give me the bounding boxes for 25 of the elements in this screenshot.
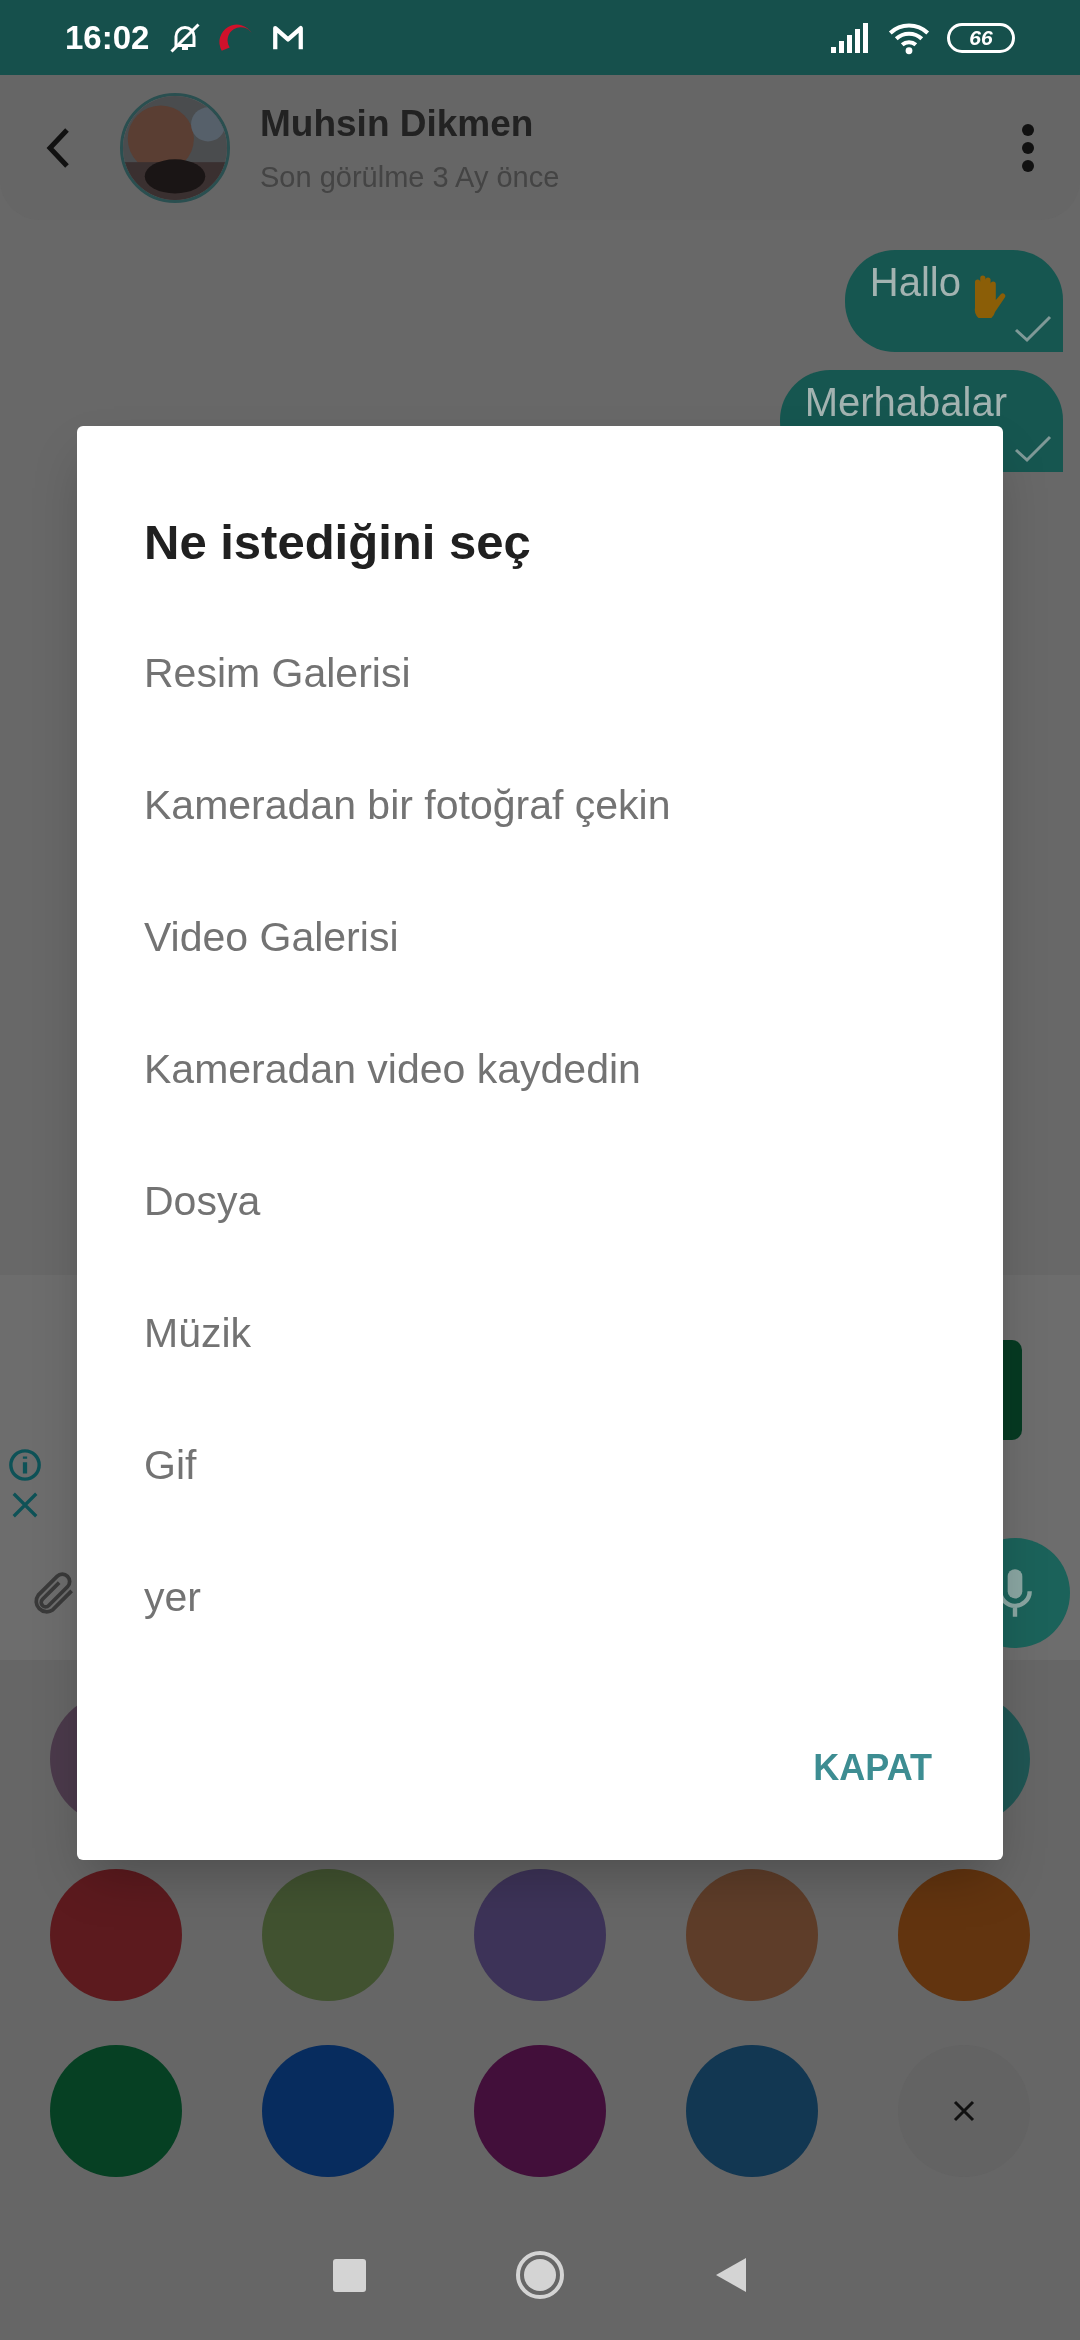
menu-option[interactable]: Dosya bbox=[144, 1135, 936, 1268]
dialog-title: Ne istediğini seç bbox=[144, 514, 532, 571]
menu-option[interactable]: Müzik bbox=[144, 1267, 936, 1400]
close-dialog-button[interactable]: KAPAT bbox=[809, 1731, 936, 1805]
back-icon[interactable] bbox=[45, 126, 71, 169]
info-icon[interactable] bbox=[8, 1448, 42, 1482]
signal-icon bbox=[831, 22, 871, 53]
close-icon bbox=[952, 2099, 976, 2123]
status-time: 16:02 bbox=[65, 17, 150, 58]
menu-option[interactable]: Gif bbox=[144, 1399, 936, 1532]
menu-option[interactable]: Resim Galerisi bbox=[144, 607, 936, 740]
wifi-icon bbox=[887, 20, 931, 55]
close-icon[interactable] bbox=[10, 1490, 40, 1520]
recents-button[interactable] bbox=[332, 2258, 366, 2292]
battery-indicator: 66 bbox=[947, 22, 1015, 53]
check-icon bbox=[1013, 314, 1053, 344]
menu-icon[interactable] bbox=[1021, 122, 1035, 173]
check-icon bbox=[1013, 434, 1053, 464]
message-bubble: Hallo bbox=[844, 250, 1063, 352]
menu-option[interactable]: Video Galerisi bbox=[144, 871, 936, 1004]
menu-option[interactable]: yer bbox=[144, 1531, 936, 1664]
menu-option[interactable]: Kameradan video kaydedin bbox=[144, 1003, 936, 1136]
contact-name: Muhsin Dikmen bbox=[260, 102, 535, 146]
menu-option[interactable]: Kameradan bir fotoğraf çekin bbox=[144, 739, 936, 872]
home-button[interactable] bbox=[515, 2251, 564, 2299]
